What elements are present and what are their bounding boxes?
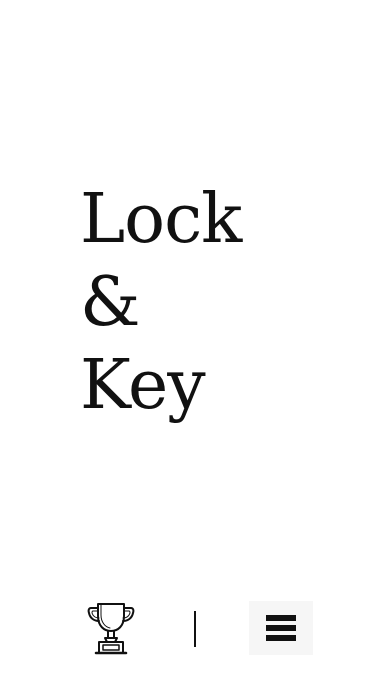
bottom-bar — [0, 596, 392, 660]
title-line-ampersand: & — [80, 263, 141, 342]
hamburger-menu-icon — [266, 615, 296, 641]
title-line-key: Key — [80, 346, 206, 425]
trophy-icon — [87, 603, 135, 655]
leaderboard-button[interactable] — [82, 598, 140, 658]
title-line-lock: Lock — [80, 180, 242, 259]
app-title: Lock & Key — [80, 178, 242, 427]
bottom-bar-divider — [194, 611, 196, 647]
menu-button[interactable] — [249, 601, 313, 655]
